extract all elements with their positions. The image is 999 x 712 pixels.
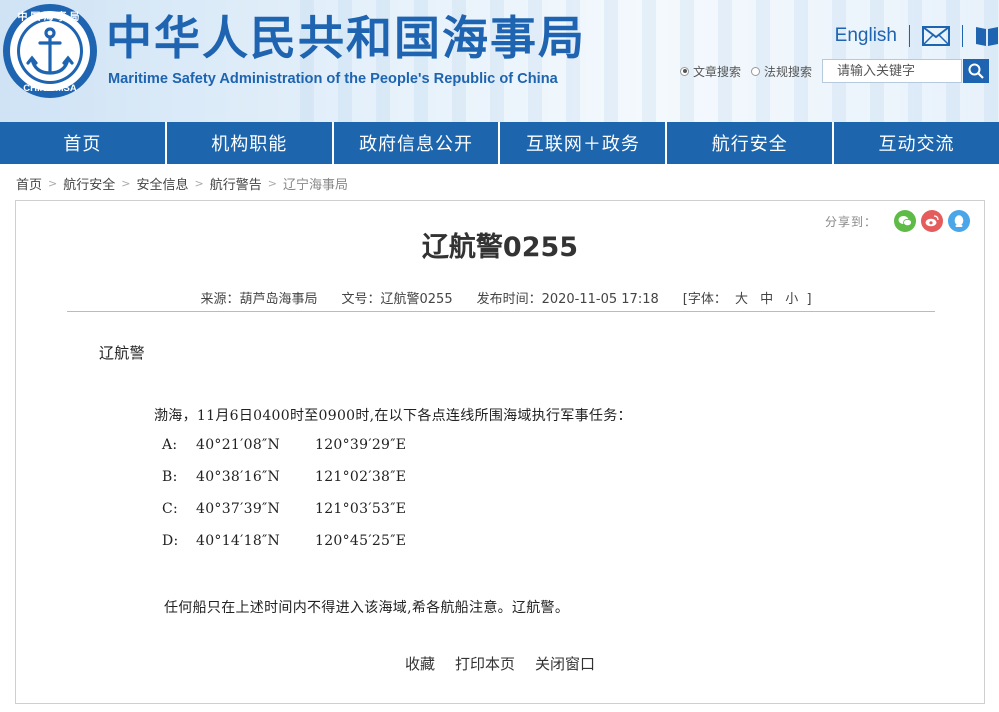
font-size-close: ] — [806, 292, 812, 307]
article-container: 分享到： 辽航警0255 来源：葫芦岛海事局 文号：辽航警0255 发布时间：2… — [15, 200, 985, 704]
breadcrumb-navigation-safety[interactable]: 航行安全 — [63, 174, 115, 193]
font-size-medium[interactable]: 中 — [760, 292, 773, 307]
font-size-small[interactable]: 小 — [785, 292, 798, 307]
breadcrumb-separator: > — [194, 176, 204, 190]
meta-published: 发布时间：2020-11-05 17:18 — [476, 292, 659, 307]
breadcrumb-nav-warnings[interactable]: 航行警告 — [210, 174, 262, 193]
search-button[interactable] — [963, 59, 990, 83]
point-key: D: — [162, 533, 179, 549]
nav-item-gov-info[interactable]: 政府信息公开 — [334, 122, 501, 164]
radio-button-checked[interactable] — [680, 66, 689, 76]
search-input[interactable] — [822, 59, 963, 83]
radio-label: 文章搜索 — [693, 64, 742, 79]
point-lon: 120°39′29″E — [315, 437, 407, 453]
breadcrumb-separator: > — [267, 176, 277, 190]
coordinate-row: C: 40°37′39″N 121°03′53″E — [162, 501, 406, 533]
coordinate-row: D: 40°14′18″N 120°45′25″E — [162, 533, 406, 565]
article-actions: 收藏 打印本页 关闭窗口 — [16, 653, 984, 674]
close-window-button[interactable]: 关闭窗口 — [535, 653, 595, 674]
site-title-en: Maritime Safety Administration of the Pe… — [108, 71, 558, 87]
article-intro: 渤海，11月6日0400时至0900时,在以下各点连线所围海域执行军事任务： — [154, 408, 632, 424]
envelope-icon[interactable] — [922, 26, 950, 46]
point-lon: 121°03′53″E — [315, 501, 407, 517]
point-lon: 121°02′38″E — [315, 469, 407, 485]
point-key: A: — [162, 437, 178, 453]
search-bar: 文章搜索 法规搜索 — [680, 58, 990, 84]
article-notice: 任何船只在上述时间内不得进入该海域,希各航船注意。辽航警。 — [164, 600, 570, 616]
breadcrumb-liaoning-msa[interactable]: 辽宁海事局 — [283, 174, 348, 193]
favorite-button[interactable]: 收藏 — [405, 653, 435, 674]
site-header: 中国海事局 CHINA MSA 中华人民共和国海事局 Maritime Safe… — [0, 0, 999, 122]
point-lat: 40°37′39″N — [196, 501, 281, 517]
coordinate-row: A: 40°21′08″N 120°39′29″E — [162, 437, 406, 469]
breadcrumb-separator: > — [121, 176, 131, 190]
article-title: 辽航警0255 — [421, 232, 579, 263]
logo-bottom-text: CHINA MSA — [23, 83, 77, 94]
msa-logo[interactable]: 中国海事局 CHINA MSA — [2, 3, 98, 99]
nav-item-functions[interactable]: 机构职能 — [167, 122, 334, 164]
coordinate-row: B: 40°38′16″N 121°02′38″E — [162, 469, 406, 501]
point-lat: 40°21′08″N — [196, 437, 281, 453]
divider — [67, 311, 935, 312]
breadcrumb-safety-info[interactable]: 安全信息 — [136, 174, 188, 193]
site-title-cn: 中华人民共和国海事局 — [106, 11, 586, 65]
nav-item-home[interactable]: 首页 — [0, 122, 167, 164]
radio-label: 法规搜索 — [764, 64, 813, 79]
radio-article-search[interactable]: 文章搜索 — [680, 63, 741, 80]
meta-doc-number: 文号：辽航警0255 — [341, 292, 453, 307]
font-size-large[interactable]: 大 — [735, 292, 748, 307]
point-lat: 40°38′16″N — [196, 469, 281, 485]
font-size-label: [字体： — [682, 292, 727, 307]
point-key: B: — [162, 469, 178, 485]
breadcrumb: 首页 > 航行安全 > 安全信息 > 航行警告 > 辽宁海事局 — [16, 173, 348, 193]
radio-regulation-search[interactable]: 法规搜索 — [751, 63, 812, 80]
divider — [962, 25, 963, 47]
divider — [909, 25, 910, 47]
top-tools: English — [835, 22, 999, 50]
nav-item-interaction[interactable]: 互动交流 — [834, 122, 999, 164]
coordinate-list: A: 40°21′08″N 120°39′29″E B: 40°38′16″N … — [162, 437, 406, 565]
breadcrumb-home[interactable]: 首页 — [16, 174, 42, 193]
main-nav: 首页 机构职能 政府信息公开 互联网＋政务 航行安全 互动交流 — [0, 122, 999, 164]
radio-button[interactable] — [751, 66, 761, 76]
point-lat: 40°14′18″N — [196, 533, 281, 549]
english-link[interactable]: English — [835, 25, 897, 47]
meta-source: 来源：葫芦岛海事局 — [200, 292, 318, 307]
article-heading: 辽航警 — [99, 344, 145, 362]
book-icon[interactable] — [975, 25, 999, 47]
search-icon — [968, 63, 984, 79]
point-lon: 120°45′25″E — [315, 533, 407, 549]
print-button[interactable]: 打印本页 — [455, 653, 515, 674]
nav-item-internet-services[interactable]: 互联网＋政务 — [500, 122, 668, 164]
nav-item-navigation-safety[interactable]: 航行安全 — [667, 122, 835, 164]
breadcrumb-separator: > — [48, 176, 58, 190]
logo-top-text: 中国海事局 — [18, 10, 83, 23]
point-key: C: — [162, 501, 179, 517]
article-meta: 来源：葫芦岛海事局 文号：辽航警0255 发布时间：2020-11-05 17:… — [16, 288, 984, 307]
font-size-control: [字体： 大 中 小 ] — [683, 288, 812, 307]
